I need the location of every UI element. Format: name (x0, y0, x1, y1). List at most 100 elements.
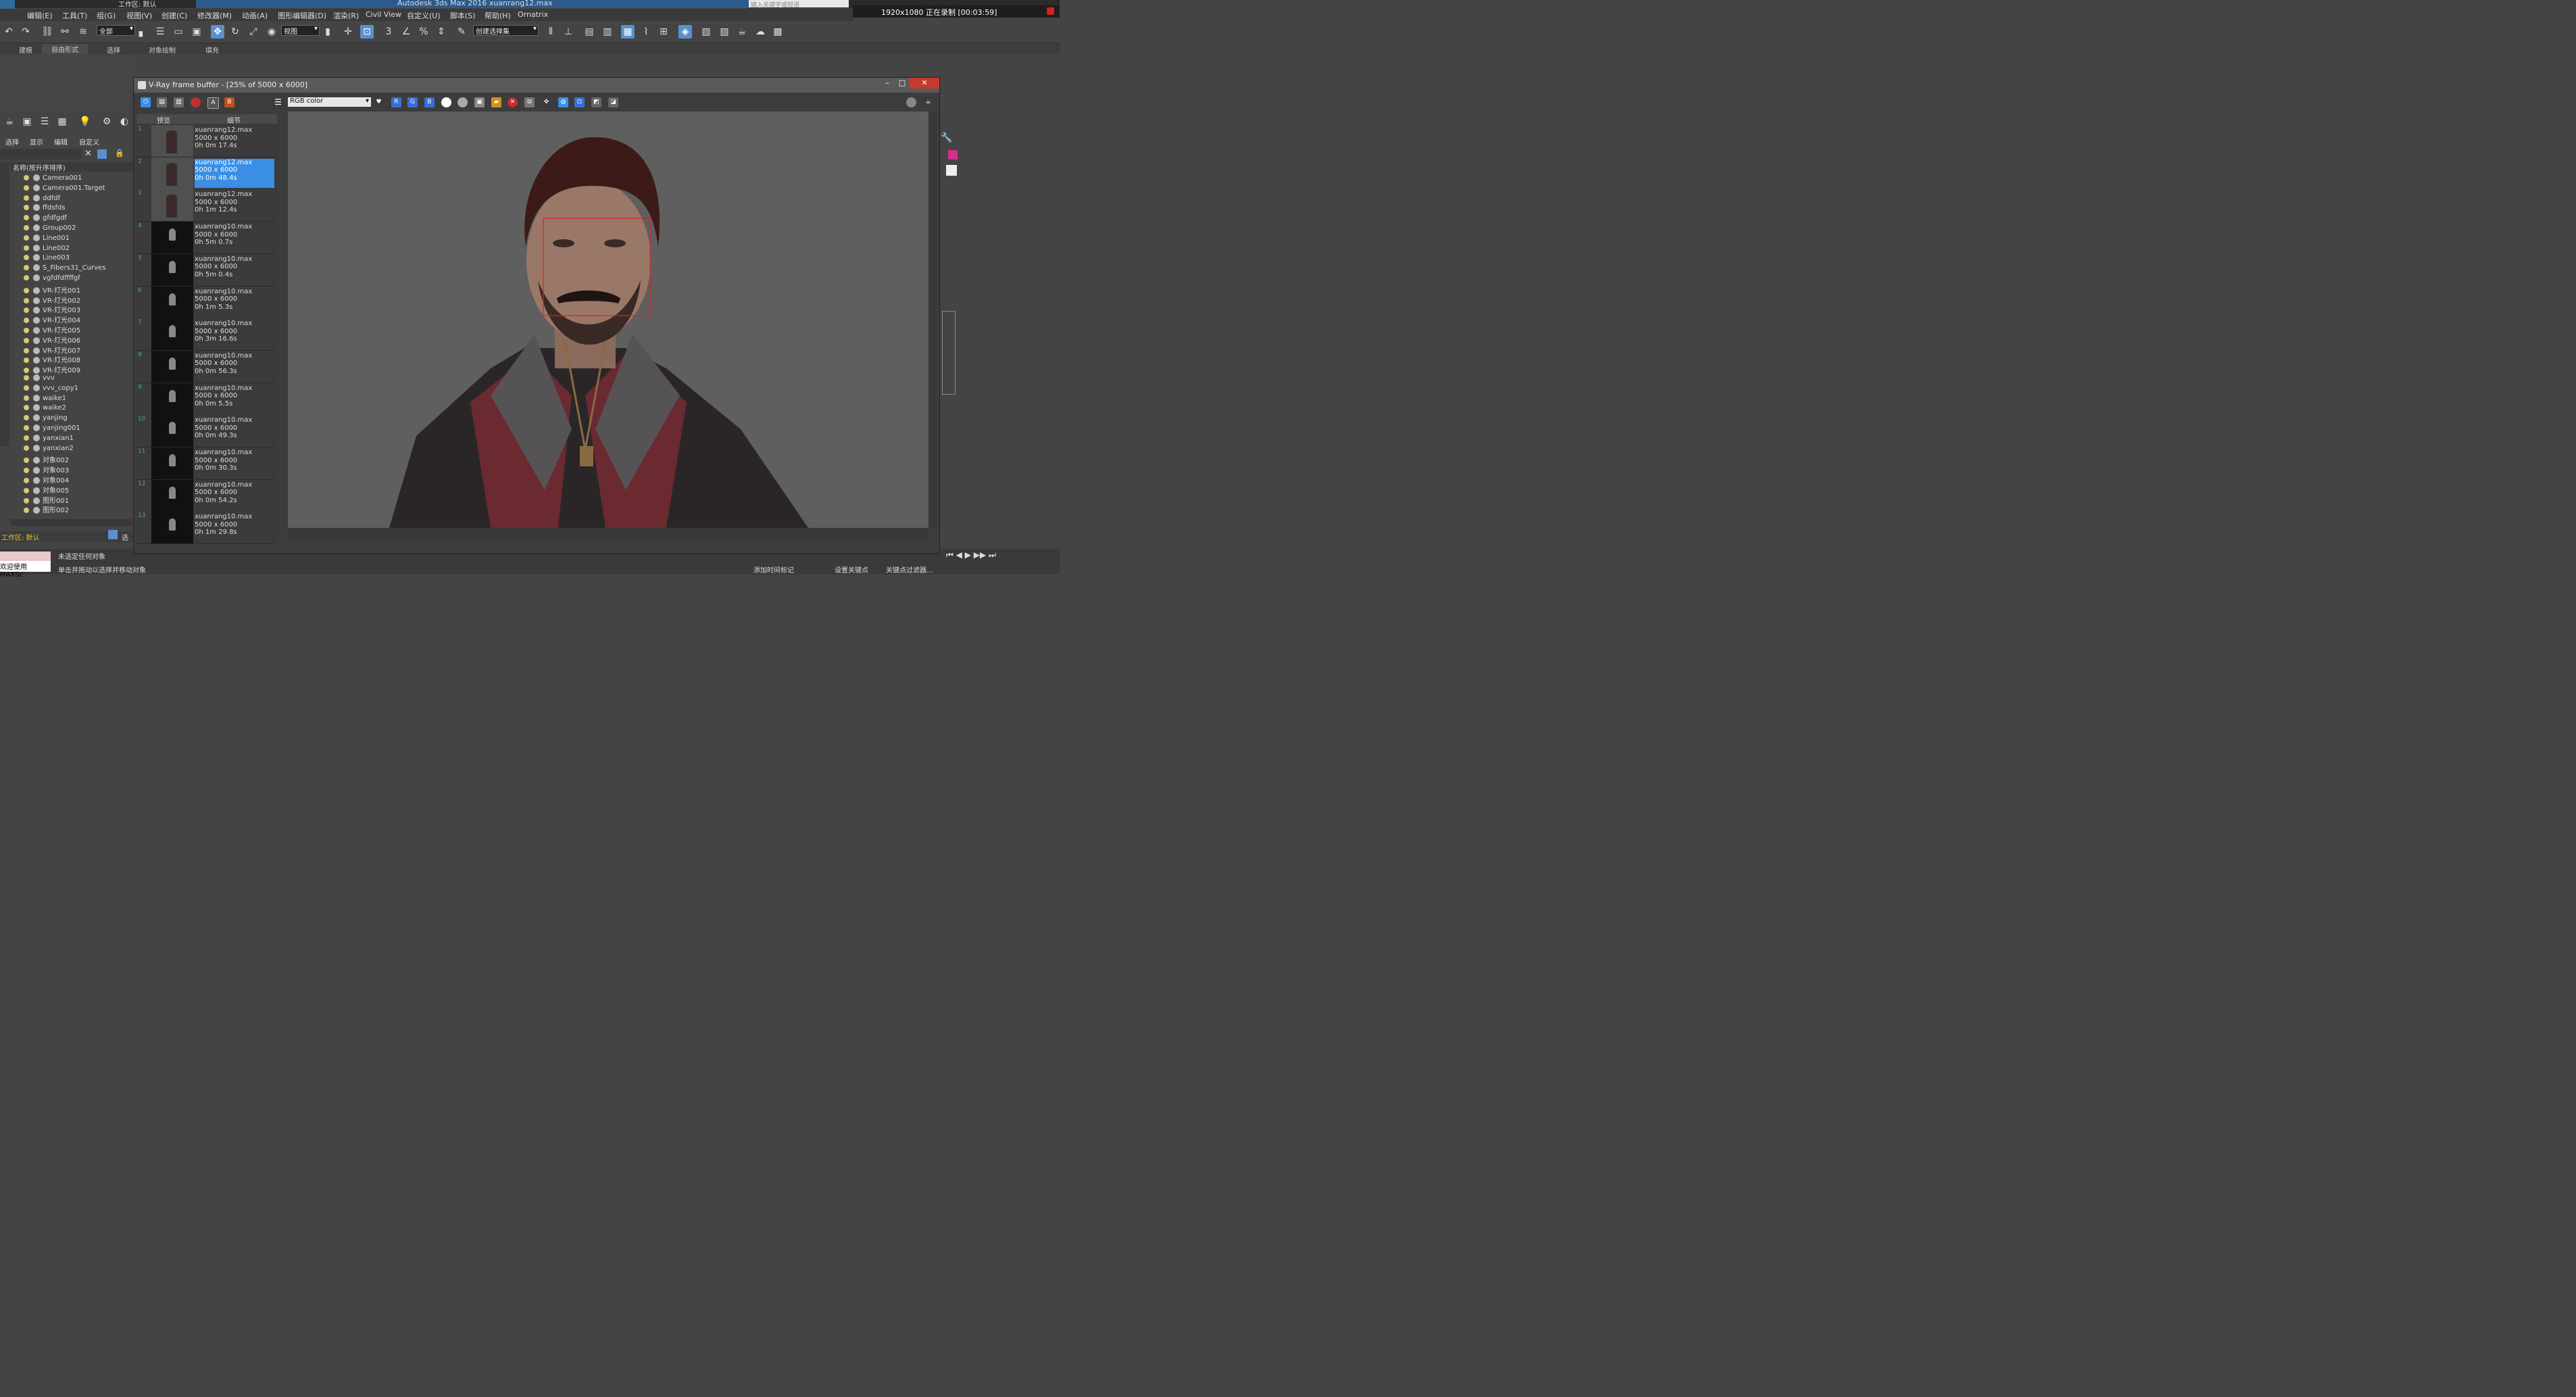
key-filters-button[interactable]: 关键点过滤器... (886, 564, 933, 574)
tree-item[interactable]: Camera001.Target (24, 184, 105, 194)
visibility-icon[interactable] (24, 275, 29, 280)
history-row[interactable]: 10 xuanrang10.max 5000 x 6000 0h 0m 49.3s (137, 415, 274, 448)
history-details[interactable]: xuanrang12.max 5000 x 6000 0h 1m 12.4s (195, 191, 274, 220)
menu-item-3[interactable]: 视图(V) (126, 10, 152, 21)
angle-snap-icon[interactable]: ∠ (399, 25, 413, 39)
visibility-icon[interactable] (24, 395, 29, 401)
close-icon[interactable]: ✕ (910, 78, 939, 89)
scene-explorer-icon[interactable]: ▥ (601, 25, 614, 39)
playback-controls[interactable]: ⏮ ◀ ▶ ▶▶ ⏭ (946, 550, 996, 560)
edit-named-sets-icon[interactable]: ✎ (455, 25, 468, 39)
stop-render-icon[interactable]: ☕ (923, 97, 933, 107)
visibility-icon[interactable] (24, 337, 29, 343)
tree-item[interactable]: 图形002 (24, 504, 69, 514)
history-row[interactable]: 6 xuanrang10.max 5000 x 6000 0h 1m 5.3s (137, 286, 274, 319)
maximize-icon[interactable]: □ (895, 78, 910, 89)
lock-icon[interactable]: 🔒 (115, 149, 124, 157)
explorer-tab-0[interactable]: 选择 (5, 137, 19, 147)
visibility-icon[interactable] (24, 468, 29, 474)
workspace-selector[interactable]: 工作区: 默认 (118, 0, 157, 9)
display-icon[interactable]: ▣ (20, 115, 34, 128)
clear-filter-icon[interactable]: ✕ (84, 149, 92, 159)
tree-item[interactable]: VR-灯光009 (24, 364, 80, 374)
menu-item-0[interactable]: 编辑(E) (27, 10, 53, 21)
history-details[interactable]: xuanrang10.max 5000 x 6000 0h 0m 49.3s (195, 416, 274, 445)
history-row[interactable]: 2 xuanrang12.max 5000 x 6000 0h 0m 48.4s (137, 157, 274, 190)
load-history-icon[interactable]: ▥ (174, 97, 184, 107)
schematic-icon[interactable]: ⊞ (657, 25, 670, 39)
explorer-hscrollbar[interactable] (11, 519, 132, 526)
rendered-frame-icon[interactable]: ▨ (718, 25, 731, 39)
tree-item[interactable]: 对象004 (24, 474, 69, 485)
duplicate-vfb-icon[interactable]: ⧉ (524, 97, 535, 107)
tree-item[interactable]: VR-灯光006 (24, 335, 80, 345)
mono-channel-icon[interactable] (457, 97, 468, 107)
tree-item[interactable]: vgfdfdffffgf (24, 274, 80, 284)
menu-item-9[interactable]: Civil View (366, 10, 401, 19)
history-row[interactable]: 3 xuanrang12.max 5000 x 6000 0h 1m 12.4s (137, 189, 274, 222)
history-details[interactable]: xuanrang10.max 5000 x 6000 0h 5m 0.4s (195, 255, 274, 285)
rotate-icon[interactable]: ↻ (228, 25, 242, 39)
menu-item-7[interactable]: 图形编辑器(D) (278, 10, 326, 21)
layer-manager-icon[interactable]: ▤ (583, 25, 596, 39)
history-thumbnail[interactable] (151, 479, 193, 512)
redo-icon[interactable]: ↷ (19, 25, 32, 39)
vfb-title-bar[interactable]: V-Ray frame buffer - [25% of 5000 x 6000… (134, 78, 939, 93)
rendered-image[interactable] (288, 112, 928, 528)
tree-item[interactable]: ddfdf (24, 194, 60, 204)
menu-item-10[interactable]: 自定义(U) (407, 10, 441, 21)
material-editor-icon[interactable]: ◈ (678, 25, 692, 39)
history-row[interactable]: 4 xuanrang10.max 5000 x 6000 0h 5m 0.7s (137, 222, 274, 255)
table-icon[interactable]: ▦ (55, 115, 69, 128)
select-mode-icon[interactable] (108, 530, 118, 539)
rect-region-icon[interactable]: ▭ (172, 25, 185, 39)
visibility-icon[interactable] (24, 328, 29, 333)
maxscript-text[interactable]: 欢迎使用 MAXSc (0, 561, 51, 579)
ribbon-tab-0[interactable]: 建模 (19, 45, 32, 55)
explorer-filter-input[interactable] (0, 149, 81, 160)
history-thumbnail[interactable] (151, 286, 193, 318)
tree-item[interactable]: vvv (24, 374, 55, 384)
tree-item[interactable]: VR-灯光003 (24, 304, 80, 314)
render-iterative-icon[interactable]: ☁ (753, 25, 767, 39)
visibility-icon[interactable] (24, 478, 29, 483)
tree-item[interactable]: Line001 (24, 234, 70, 244)
alpha-channel-icon[interactable] (441, 97, 451, 107)
scale-icon[interactable]: ⤢ (247, 25, 260, 39)
history-thumbnail[interactable] (151, 447, 193, 479)
menu-item-12[interactable]: 帮助(H) (485, 10, 511, 21)
history-thumbnail[interactable] (151, 512, 193, 544)
history-thumbnail[interactable] (151, 415, 193, 447)
ribbon-tab-4[interactable]: 填充 (205, 45, 219, 55)
tree-item[interactable]: 对象002 (24, 454, 69, 464)
clear-image-icon[interactable]: ✕ (507, 97, 518, 107)
menu-item-8[interactable]: 渲染(R) (333, 10, 359, 21)
tree-item[interactable]: 对象005 (24, 485, 69, 495)
history-col-details[interactable]: 细节 (227, 115, 241, 125)
link-to-viewport-icon[interactable]: ⊡ (574, 97, 585, 107)
search-input[interactable]: 键入关键字或短语 (749, 0, 849, 9)
visibility-icon[interactable] (24, 497, 29, 504)
tree-item[interactable]: VR-灯光001 (24, 285, 80, 295)
explorer-tab-1[interactable]: 显示 (30, 137, 43, 147)
history-row[interactable]: 8 xuanrang10.max 5000 x 6000 0h 0m 56.3s (137, 350, 274, 383)
render-production-icon[interactable]: ▩ (771, 25, 785, 39)
tree-item[interactable]: waike2 (24, 404, 66, 414)
snap-3-icon[interactable]: 3 (382, 25, 395, 39)
menu-item-11[interactable]: 脚本(S) (450, 10, 476, 21)
region-render-icon[interactable]: ◍ (558, 97, 568, 107)
panel-dropdown[interactable] (946, 165, 957, 176)
save-image-icon[interactable]: ▣ (474, 97, 485, 107)
history-thumbnail[interactable] (151, 189, 193, 222)
render-icon[interactable] (906, 97, 916, 107)
percent-snap-icon[interactable]: % (417, 25, 430, 39)
explorer-column-header[interactable]: 名称(按升序排序) (11, 162, 135, 172)
visibility-icon[interactable] (24, 185, 29, 191)
filter-icon[interactable]: ⚙ (100, 115, 114, 128)
visibility-icon[interactable] (24, 375, 29, 381)
image-hscrollbar[interactable] (288, 528, 928, 537)
menu-item-6[interactable]: 动画(A) (242, 10, 268, 21)
select-manipulate-icon[interactable]: ✛ (341, 25, 355, 39)
visibility-icon[interactable] (24, 405, 29, 411)
list-icon[interactable]: ☰ (38, 115, 51, 128)
